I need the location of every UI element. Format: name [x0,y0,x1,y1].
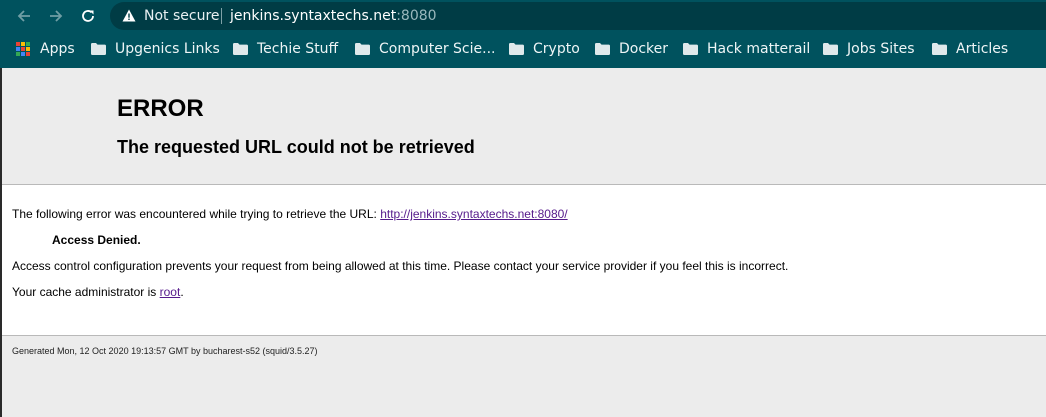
error-intro-paragraph: The following error was encountered whil… [12,207,568,221]
browser-toolbar: Not secure jenkins.syntaxtechs.net:8080 [0,0,1046,32]
folder-icon [932,43,947,55]
cache-admin-prefix: Your cache administrator is [12,285,160,299]
security-status-label[interactable]: Not secure [144,7,220,25]
bookmark-folder-hack-matterail[interactable]: Hack matterail [683,36,810,62]
warning-icon[interactable] [122,9,136,22]
cache-admin-paragraph: Your cache administrator is root. [12,285,184,299]
folder-icon [683,43,698,55]
url-port: :8080 [396,8,437,24]
requested-url-link[interactable]: http://jenkins.syntaxtechs.net:8080/ [380,207,567,221]
error-header: ERROR The requested URL could not be ret… [2,68,1046,185]
error-subtitle: The requested URL could not be retrieved [117,137,475,157]
cache-admin-suffix: . [180,285,184,299]
address-bar-divider [221,8,222,24]
folder-icon [509,43,524,55]
folder-icon [355,43,370,55]
url-host: jenkins.syntaxtechs.net [230,8,397,24]
reload-button[interactable] [77,5,99,27]
bookmark-folder-upgenics-links[interactable]: Upgenics Links [91,36,220,62]
reload-icon [82,10,94,22]
bookmark-label: Apps [40,41,75,57]
folder-icon [91,43,106,55]
bookmark-label: Crypto [533,41,580,57]
footer-generated-text: Generated Mon, 12 Oct 2020 19:13:57 GMT … [12,346,318,356]
url-text[interactable]: jenkins.syntaxtechs.net:8080 [230,7,437,25]
bookmark-folder-jobs-sites[interactable]: Jobs Sites [823,36,915,62]
error-title: ERROR [117,95,204,122]
bookmark-label: Hack matterail [707,41,811,57]
bookmark-folder-docker[interactable]: Docker [595,36,668,62]
bookmark-label: Upgenics Links [115,41,220,57]
bookmark-folder-articles[interactable]: Articles [932,36,1008,62]
browser-chrome: Not secure jenkins.syntaxtechs.net:8080 … [0,0,1046,68]
address-bar[interactable]: Not secure jenkins.syntaxtechs.net:8080 [110,2,1046,30]
forward-button[interactable] [45,5,67,27]
arrow-right-icon [50,10,63,22]
access-denied-text: Access Denied. [52,233,141,247]
bookmark-label: Docker [619,41,669,57]
bookmark-label: Techie Stuff [257,41,339,57]
error-intro-text: The following error was encountered whil… [12,207,381,221]
bookmark-folder-crypto[interactable]: Crypto [509,36,580,62]
bookmark-label: Articles [956,41,1009,57]
arrow-left-icon [17,10,30,22]
bookmark-label: Jobs Sites [847,41,915,57]
error-explanation: Access control configuration prevents yo… [12,259,789,273]
cache-admin-link[interactable]: root [160,285,181,299]
bookmark-label: Computer Scie... [379,41,496,57]
bookmark-apps[interactable]: Apps [16,36,75,62]
error-footer: Generated Mon, 12 Oct 2020 19:13:57 GMT … [2,335,1046,417]
bookmark-folder-computer-science[interactable]: Computer Scie... [355,36,495,62]
back-button[interactable] [13,5,35,27]
bookmark-folder-techie-stuff[interactable]: Techie Stuff [233,36,338,62]
error-page: ERROR The requested URL could not be ret… [0,68,1046,417]
bookmarks-bar: Apps Upgenics Links Techie Stuff Compute… [0,36,1046,62]
folder-icon [233,43,248,55]
folder-icon [823,43,838,55]
folder-icon [595,43,610,55]
apps-grid-icon [16,42,30,56]
